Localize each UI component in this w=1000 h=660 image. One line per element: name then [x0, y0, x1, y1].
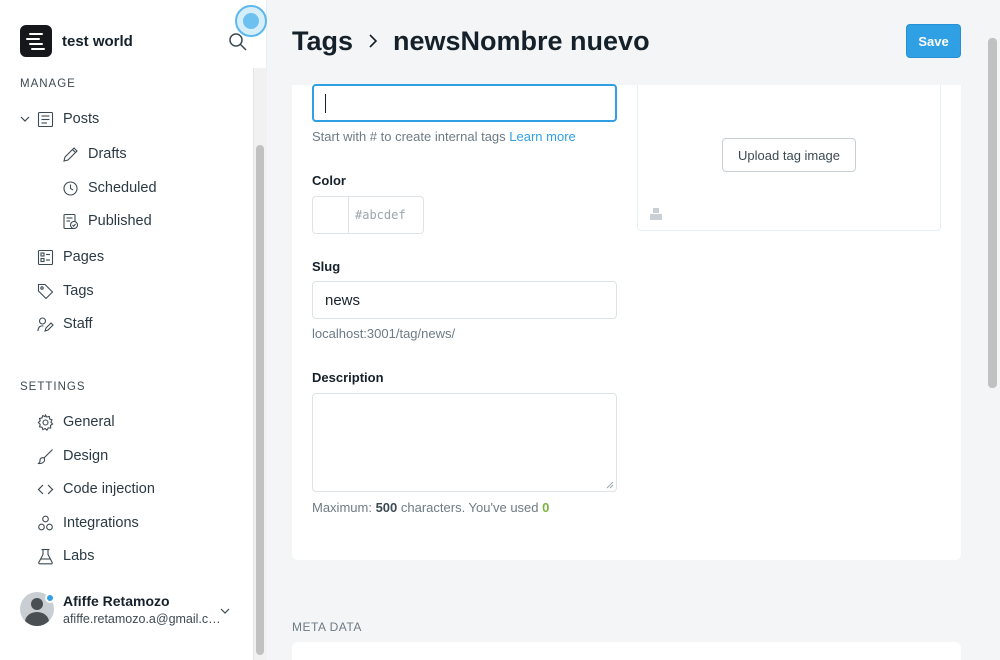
count-middle: characters. You've used [397, 500, 543, 515]
sidebar-item-design[interactable]: Design [37, 444, 108, 468]
integrations-icon [38, 515, 53, 530]
count-used: 0 [542, 500, 550, 515]
code-icon [37, 484, 54, 494]
user-name: Afiffe Retamozo [63, 592, 170, 609]
tag-name-input[interactable] [312, 84, 617, 122]
name-help-label: Start with # to create internal tags [312, 129, 506, 144]
upload-tag-image-button[interactable]: Upload tag image [722, 138, 856, 172]
sidebar-scrollbar-thumb[interactable] [256, 145, 264, 655]
settings-heading: SETTINGS [20, 381, 86, 393]
sidebar-item-integrations[interactable]: Integrations [37, 511, 139, 535]
slug-input[interactable]: news [312, 281, 617, 319]
sidebar-item-labs[interactable]: Labs [37, 544, 94, 568]
sidebar-item-pages[interactable]: Pages [37, 245, 104, 269]
brush-icon [37, 448, 53, 464]
count-max: 500 [375, 500, 398, 515]
chevron-down-icon[interactable] [19, 113, 31, 125]
color-label: Color [312, 173, 346, 188]
color-hex-field[interactable]: #abcdef [349, 197, 406, 233]
sidebar-item-label: Drafts [88, 146, 127, 162]
description-char-count: Maximum: 500 characters. You've used 0 [312, 500, 549, 515]
chevron-right-icon [369, 34, 378, 48]
slug-label: Slug [312, 259, 341, 274]
sidebar-item-scheduled[interactable]: Scheduled [62, 176, 157, 200]
sidebar-item-label: Tags [63, 283, 94, 299]
user-email: afiffe.retamozo.a@gmail.com [63, 611, 221, 626]
text-caret [325, 94, 326, 113]
tag-icon [37, 283, 54, 299]
meta-data-heading: META DATA [292, 620, 362, 634]
sidebar-item-label: Staff [63, 316, 93, 332]
published-icon [63, 213, 79, 229]
sidebar-item-label: Design [63, 448, 109, 464]
name-help-text: Start with # to create internal tags Lea… [312, 129, 576, 144]
sidebar-item-posts[interactable]: Posts [37, 107, 99, 131]
site-brand[interactable]: test world [20, 24, 133, 58]
site-logo-icon [20, 25, 52, 57]
breadcrumb: Tags newsNombre nuevo [292, 24, 650, 58]
description-textarea[interactable] [312, 393, 617, 492]
sidebar-item-label: Integrations [63, 515, 139, 531]
flask-icon [38, 548, 53, 564]
sidebar-item-published[interactable]: Published [62, 209, 152, 233]
color-swatch[interactable] [313, 197, 349, 233]
staff-icon [37, 316, 54, 332]
site-name: test world [62, 32, 133, 50]
sidebar-item-code-injection[interactable]: Code injection [37, 477, 155, 501]
manage-heading: MANAGE [20, 78, 76, 90]
sidebar-item-label: Scheduled [88, 180, 157, 196]
sidebar-item-label: Published [88, 213, 152, 229]
page-title: newsNombre nuevo [393, 25, 650, 56]
sidebar-item-general[interactable]: General [37, 410, 115, 434]
resize-handle-icon[interactable] [606, 481, 614, 489]
sidebar-item-label: Pages [63, 249, 105, 265]
slug-url: localhost:3001/tag/news/ [312, 326, 456, 341]
sidebar-item-staff[interactable]: Staff [37, 312, 93, 336]
cursor-indicator [235, 5, 267, 37]
learn-more-link[interactable]: Learn more [509, 129, 575, 144]
clock-icon [63, 180, 78, 196]
description-label: Description [312, 370, 384, 385]
sidebar-item-drafts[interactable]: Drafts [62, 142, 127, 166]
image-placeholder-icon [650, 208, 662, 220]
sidebar-item-label: Code injection [63, 481, 155, 497]
sidebar-item-tags[interactable]: Tags [37, 279, 94, 303]
chevron-down-icon[interactable] [219, 605, 231, 617]
status-badge [45, 593, 55, 603]
main-scrollbar-thumb[interactable] [988, 38, 997, 388]
breadcrumb-parent-link[interactable]: Tags [292, 26, 353, 57]
save-button[interactable]: Save [906, 24, 961, 58]
pencil-icon [63, 146, 78, 162]
sidebar-item-label: Posts [63, 111, 100, 127]
count-prefix: Maximum: [312, 500, 376, 515]
gear-icon [37, 413, 54, 431]
color-input[interactable]: #abcdef [312, 196, 424, 234]
sidebar-item-label: General [63, 414, 115, 430]
sidebar-item-label: Labs [63, 548, 95, 564]
pages-icon [37, 249, 54, 265]
meta-data-card [292, 642, 961, 660]
posts-icon [37, 111, 54, 127]
